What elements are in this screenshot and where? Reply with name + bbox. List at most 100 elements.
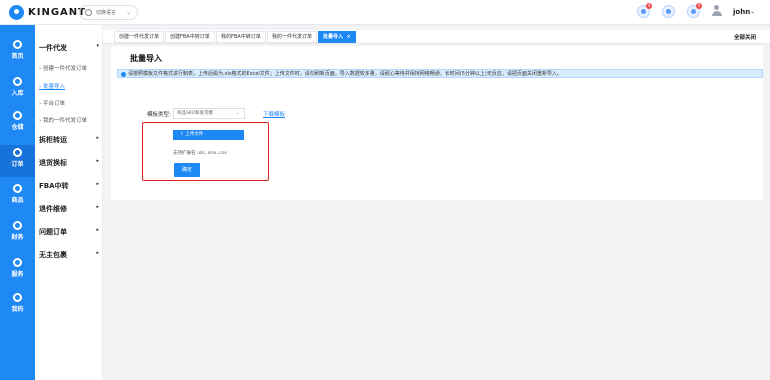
confirm-button[interactable]: 确定 bbox=[174, 163, 200, 177]
close-icon[interactable]: × bbox=[347, 34, 351, 40]
bell-glyph bbox=[641, 9, 646, 14]
order-icon bbox=[13, 148, 22, 157]
tab-label: 创建FBA中转订单 bbox=[170, 34, 210, 40]
order-submenu: 一件代发 ▾ › 创建一件代发订单 › 批量导入 › 平台订单 › 我的一件代发… bbox=[35, 25, 103, 380]
tab-create-dropship[interactable]: 创建一件代发订单 bbox=[114, 31, 165, 43]
dashboard-icon bbox=[13, 40, 22, 49]
avatar-body bbox=[712, 11, 722, 16]
chevron-icon: ▸ bbox=[96, 181, 99, 187]
submenu-item-batch-import[interactable]: › 批量导入 bbox=[39, 82, 65, 90]
tab-label: 创建一件代发订单 bbox=[119, 34, 160, 40]
notice-text: 请按照模板文件格式进行制表，上传后缀为.xls格式的Excel文件；上传文件时，… bbox=[128, 71, 562, 77]
template-type-select[interactable]: 商品SKU和发货模 ⌄ bbox=[173, 108, 245, 119]
language-switcher[interactable]: 切换语言 ⌄ bbox=[79, 5, 138, 20]
main-sidebar: 首页 入库 仓储 订单 商品 财务 服务 我的 bbox=[0, 25, 35, 380]
tab-my-fba[interactable]: 我的FBA中转订单 bbox=[216, 31, 266, 43]
message-icon[interactable] bbox=[662, 5, 675, 18]
extension-hint: 支持扩展名:.xls,.xlsx,.csv bbox=[173, 151, 227, 156]
sidebar-item-service[interactable]: 服务 bbox=[0, 258, 35, 288]
group-label: FBA中转 bbox=[39, 182, 69, 190]
top-header: KINGANT 切换语言 ⌄ 4 4 john ⌄ bbox=[0, 0, 770, 25]
tab-label: 我的FBA中转订单 bbox=[221, 34, 261, 40]
page-title: 批量导入 bbox=[130, 54, 162, 63]
tab-batch-import[interactable]: 批量导入 × bbox=[318, 31, 356, 43]
service-icon bbox=[13, 258, 22, 267]
info-icon bbox=[121, 71, 126, 77]
message-glyph bbox=[666, 9, 671, 14]
service-chat-icon[interactable]: 4 bbox=[687, 3, 702, 18]
tab-label: 批量导入 bbox=[323, 34, 344, 40]
submenu-item-create-dropship[interactable]: › 创建一件代发订单 bbox=[39, 64, 87, 72]
sidebar-item-home[interactable]: 首页 bbox=[0, 40, 35, 70]
avatar[interactable] bbox=[712, 5, 722, 17]
sidebar-label: 仓储 bbox=[11, 124, 24, 131]
sidebar-item-order[interactable]: 订单 bbox=[0, 145, 35, 177]
chevron-icon: ▸ bbox=[96, 135, 99, 141]
submenu-label: 我的一件代发订单 bbox=[42, 118, 87, 124]
close-all-tabs[interactable]: 全部关闭 bbox=[734, 33, 756, 41]
sidebar-item-warehouse[interactable]: 仓储 bbox=[0, 111, 35, 141]
template-type-value: 商品SKU和发货模 bbox=[177, 111, 213, 116]
page-tabs: 创建一件代发订单 创建FBA中转订单 我的FBA中转订单 我的一件代发订单 批量… bbox=[103, 30, 770, 44]
sidebar-label: 首页 bbox=[11, 53, 24, 60]
chevron-icon: ▸ bbox=[96, 250, 99, 256]
bell-icon[interactable]: 4 bbox=[637, 3, 652, 18]
sidebar-item-mine[interactable]: 我的 bbox=[0, 293, 35, 323]
submenu-group-dropship[interactable]: 一件代发 ▾ bbox=[39, 43, 99, 53]
sidebar-item-product[interactable]: 商品 bbox=[0, 184, 35, 214]
group-label: 问题订单 bbox=[39, 228, 67, 236]
globe-icon bbox=[85, 9, 92, 16]
language-label: 切换语言 bbox=[96, 10, 117, 16]
submenu-label: 批量导入 bbox=[42, 84, 65, 90]
logo-icon bbox=[9, 5, 24, 20]
download-template-link[interactable]: 下载模板 bbox=[263, 110, 285, 118]
user-name[interactable]: john bbox=[733, 8, 750, 16]
group-label: 拆柜转运 bbox=[39, 136, 67, 144]
submenu-group-unload[interactable]: 拆柜转运 ▸ bbox=[39, 135, 99, 145]
brand-logo[interactable]: KINGANT bbox=[9, 5, 86, 20]
user-icon bbox=[13, 293, 22, 302]
tab-my-dropship[interactable]: 我的一件代发订单 bbox=[267, 31, 318, 43]
avatar-head bbox=[714, 5, 719, 10]
chevron-icon: ▾ bbox=[96, 43, 99, 49]
group-label: 无主包裹 bbox=[39, 251, 67, 259]
service-badge: 4 bbox=[696, 3, 702, 9]
sidebar-label: 订单 bbox=[11, 161, 24, 168]
import-panel: 批量导入 请按照模板文件格式进行制表，上传后缀为.xls格式的Excel文件；上… bbox=[111, 46, 763, 200]
upload-label: 上传文件 bbox=[185, 132, 204, 137]
inbound-icon bbox=[13, 77, 22, 86]
submenu-group-problem-orders[interactable]: 问题订单 ▸ bbox=[39, 227, 99, 237]
submenu-label: 平台订单 bbox=[42, 101, 65, 107]
user-chevron-icon[interactable]: ⌄ bbox=[750, 8, 755, 15]
submenu-group-return-relabel[interactable]: 退货换标 ▸ bbox=[39, 158, 99, 168]
upload-file-button[interactable]: ⇧ 上传文件 bbox=[173, 130, 244, 140]
sidebar-item-finance[interactable]: 财务 bbox=[0, 221, 35, 251]
submenu-label: 创建一件代发订单 bbox=[42, 66, 87, 72]
submenu-group-return-repair[interactable]: 退件维修 ▸ bbox=[39, 204, 99, 214]
sidebar-label: 入库 bbox=[11, 90, 24, 97]
chevron-down-icon: ⌄ bbox=[125, 9, 131, 16]
chevron-icon: ▸ bbox=[96, 227, 99, 233]
notification-badge: 4 bbox=[646, 3, 652, 9]
submenu-group-unclaimed[interactable]: 无主包裹 ▸ bbox=[39, 250, 99, 260]
chevron-down-icon: ⌄ bbox=[235, 110, 240, 116]
info-notice: 请按照模板文件格式进行制表，上传后缀为.xls格式的Excel文件；上传文件时，… bbox=[117, 69, 763, 78]
submenu-item-my-dropship[interactable]: › 我的一件代发订单 bbox=[39, 116, 87, 124]
submenu-group-fba[interactable]: FBA中转 ▸ bbox=[39, 181, 99, 191]
warehouse-icon bbox=[13, 111, 22, 120]
sidebar-label: 商品 bbox=[11, 197, 24, 204]
template-type-label: 模板类型: bbox=[147, 112, 171, 118]
tab-create-fba[interactable]: 创建FBA中转订单 bbox=[165, 31, 215, 43]
sidebar-label: 服务 bbox=[11, 271, 24, 278]
sidebar-label: 我的 bbox=[11, 306, 24, 313]
sidebar-item-inbound[interactable]: 入库 bbox=[0, 77, 35, 107]
sidebar-label: 财务 bbox=[11, 234, 24, 241]
tab-label: 我的一件代发订单 bbox=[272, 34, 313, 40]
submenu-item-platform-orders[interactable]: › 平台订单 bbox=[39, 99, 65, 107]
brand-name: KINGANT bbox=[28, 7, 86, 18]
group-label: 退件维修 bbox=[39, 205, 67, 213]
group-label: 一件代发 bbox=[39, 44, 67, 52]
service-chat-glyph bbox=[691, 9, 696, 14]
finance-icon bbox=[13, 221, 22, 230]
chevron-icon: ▸ bbox=[96, 204, 99, 210]
